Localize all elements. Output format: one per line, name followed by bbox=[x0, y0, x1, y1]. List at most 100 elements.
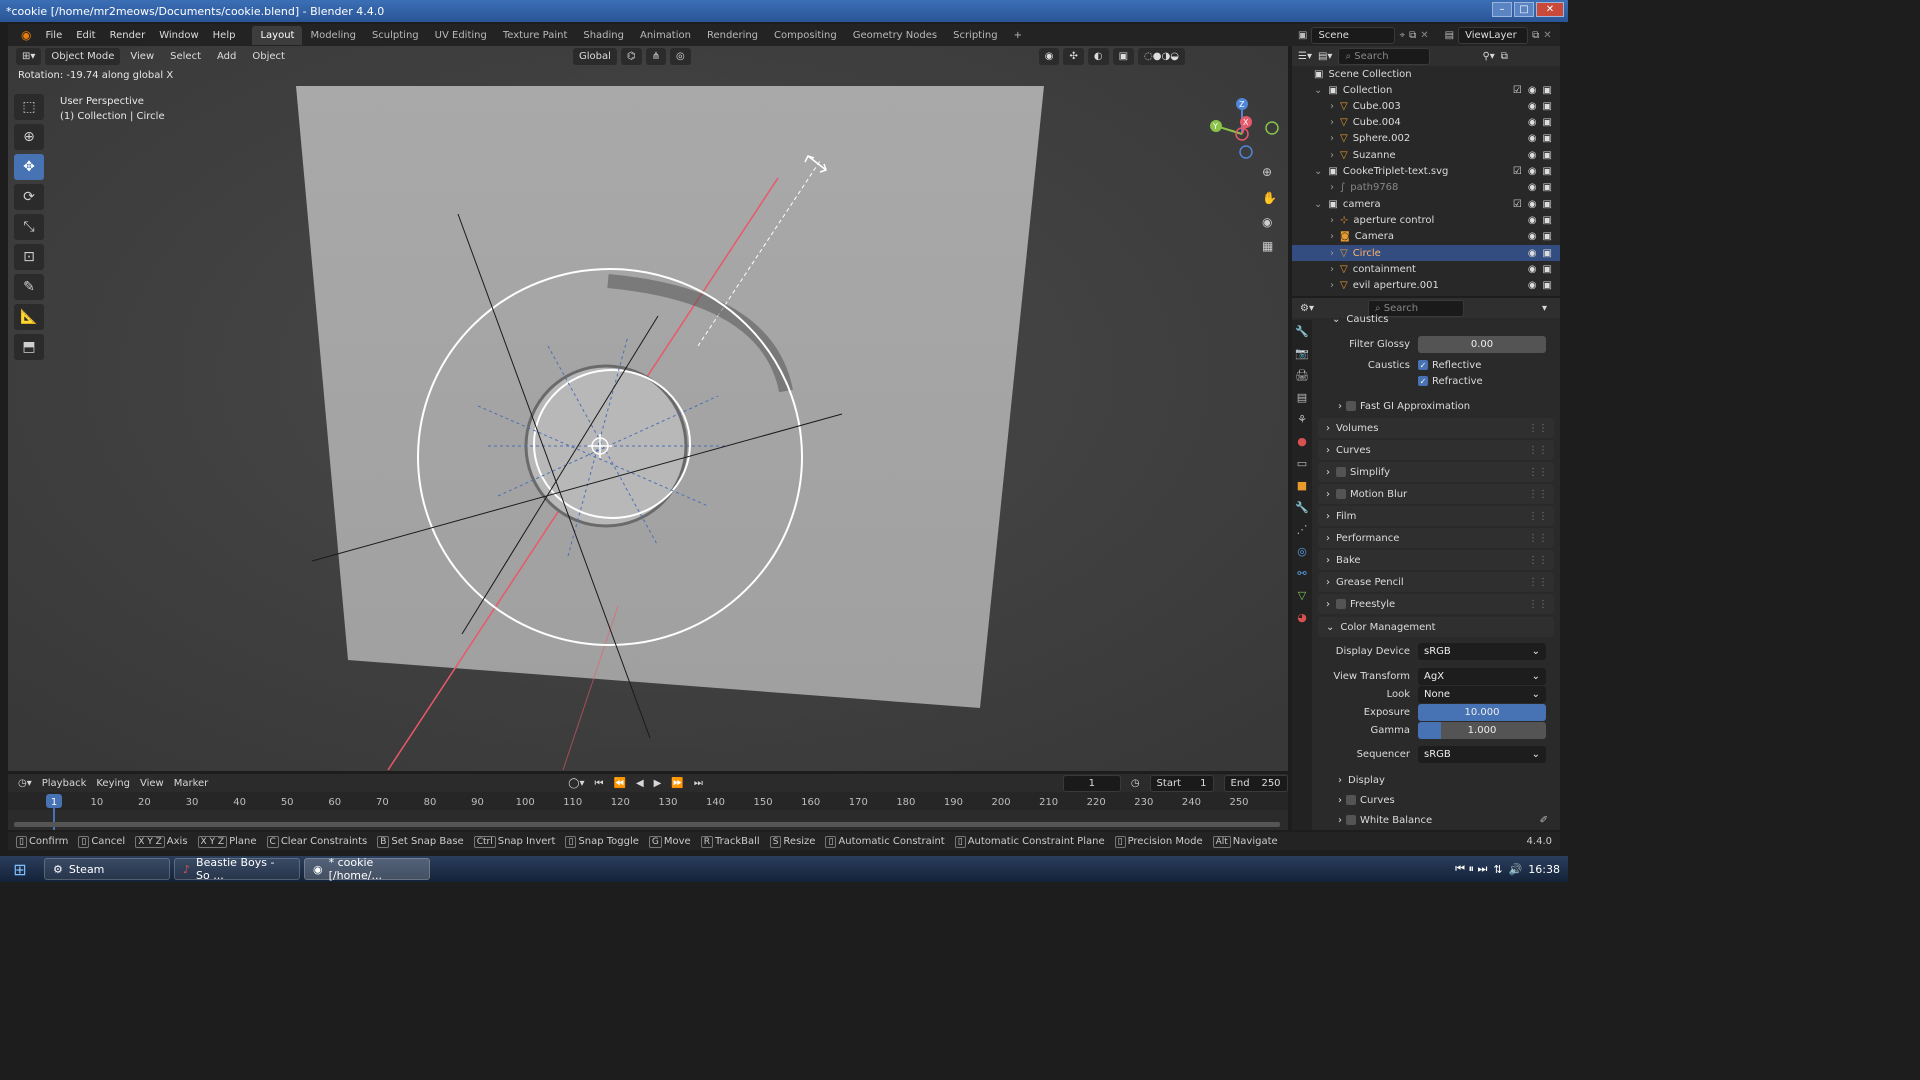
mode-dropdown[interactable]: Object Mode bbox=[45, 47, 121, 65]
drag-handle-icon[interactable]: ⋮⋮ bbox=[1528, 555, 1548, 566]
eye-icon[interactable]: ◉ bbox=[1528, 215, 1537, 226]
outliner-row[interactable]: › ▽ Cube.004 ◉ ▣ bbox=[1292, 115, 1560, 131]
select-box-tool-icon[interactable]: ⬚ bbox=[14, 94, 44, 120]
drag-handle-icon[interactable]: ⋮⋮ bbox=[1528, 423, 1548, 434]
tab-layout[interactable]: Layout bbox=[252, 25, 303, 45]
task-blender[interactable]: ◉ * cookie [/home/... bbox=[304, 856, 430, 882]
viewport-menu-object[interactable]: Object bbox=[246, 51, 291, 62]
shading-modes-icon[interactable]: ◌●◑◒ bbox=[1138, 47, 1185, 65]
outliner-row[interactable]: › ▽ containment ◉ ▣ bbox=[1292, 261, 1560, 277]
task-steam[interactable]: ⚙ Steam bbox=[44, 858, 170, 880]
tab-shading[interactable]: Shading bbox=[575, 26, 632, 45]
timeline-menu-view[interactable]: View bbox=[140, 778, 164, 789]
panel-header[interactable]: › Motion Blur ⋮⋮ bbox=[1318, 484, 1554, 504]
outliner-row[interactable]: › ▽ Circle ◉ ▣ bbox=[1292, 245, 1560, 261]
editor-type-button[interactable]: ⊞▾ bbox=[16, 47, 42, 65]
expand-chevron-icon[interactable]: › bbox=[1330, 231, 1334, 242]
next-keyframe-icon[interactable]: ⏩ bbox=[671, 778, 683, 789]
rotate-tool-icon[interactable]: ⟳ bbox=[14, 184, 44, 210]
outliner-row[interactable]: › ▽ Sphere.002 ◉ ▣ bbox=[1292, 131, 1560, 147]
add-cube-tool-icon[interactable]: ⬒ bbox=[14, 334, 44, 360]
render-camera-icon[interactable]: ▣ bbox=[1543, 85, 1552, 96]
eye-icon[interactable]: ◉ bbox=[1528, 150, 1537, 161]
outliner-root[interactable]: ▣ Scene Collection bbox=[1292, 66, 1560, 82]
pin-icon[interactable]: ⌖ bbox=[1399, 30, 1405, 41]
new-viewlayer-icon[interactable]: ⧉ bbox=[1532, 30, 1539, 41]
menu-render[interactable]: Render bbox=[103, 30, 153, 41]
ortho-grid-icon[interactable]: ▦ bbox=[1262, 239, 1273, 253]
drag-handle-icon[interactable]: ⋮⋮ bbox=[1528, 445, 1548, 456]
render-camera-icon[interactable]: ▣ bbox=[1543, 117, 1552, 128]
scene-tab-icon[interactable]: ⚘ bbox=[1292, 408, 1312, 430]
eye-icon[interactable]: ◉ bbox=[1528, 182, 1537, 193]
menu-help[interactable]: Help bbox=[206, 30, 243, 41]
menu-window[interactable]: Window bbox=[152, 30, 205, 41]
task-music[interactable]: ♪ Beastie Boys - So ... bbox=[174, 856, 300, 882]
render-camera-icon[interactable]: ▣ bbox=[1543, 199, 1552, 210]
zoom-icon[interactable]: ⊕ bbox=[1262, 165, 1272, 179]
transform-tool-icon[interactable]: ⊡ bbox=[14, 244, 44, 270]
timeline-menu-playback[interactable]: Playback bbox=[42, 778, 87, 789]
particles-tab-icon[interactable]: ⋰ bbox=[1292, 518, 1312, 540]
exclude-checkbox-icon[interactable]: ☑ bbox=[1513, 85, 1522, 96]
object-tab-icon[interactable]: ■ bbox=[1292, 474, 1312, 496]
view-transform-dropdown[interactable]: AgX ⌄ bbox=[1418, 667, 1546, 685]
outliner-row[interactable]: ⌄ ▣ camera ☑ ◉ ▣ bbox=[1292, 196, 1560, 212]
panel-header[interactable]: › Film ⋮⋮ bbox=[1318, 506, 1554, 526]
menu-file[interactable]: File bbox=[38, 30, 69, 41]
measure-tool-icon[interactable]: 📐 bbox=[14, 304, 44, 330]
start-menu-icon[interactable]: ⊞ bbox=[0, 856, 40, 882]
render-camera-icon[interactable]: ▣ bbox=[1543, 264, 1552, 275]
eye-icon[interactable]: ◉ bbox=[1528, 280, 1537, 291]
panel-header[interactable]: › Grease Pencil ⋮⋮ bbox=[1318, 572, 1554, 592]
cm-display-subpanel[interactable]: › Display bbox=[1318, 770, 1554, 790]
collection-tab-icon[interactable]: ▭ bbox=[1292, 452, 1312, 474]
timeline-menu-marker[interactable]: Marker bbox=[174, 778, 209, 789]
expand-chevron-icon[interactable]: › bbox=[1330, 101, 1334, 112]
cursor-tool-icon[interactable]: ⊕ bbox=[14, 124, 44, 150]
outliner-row[interactable]: › ◙ Camera ◉ ▣ bbox=[1292, 229, 1560, 245]
proportional-edit-icon[interactable]: ◎ bbox=[669, 47, 691, 65]
filter-glossy-field[interactable]: 0.00 bbox=[1418, 335, 1546, 353]
expand-chevron-icon[interactable]: › bbox=[1330, 133, 1334, 144]
fast-gi-panel[interactable]: › Fast GI Approximation bbox=[1318, 396, 1554, 416]
add-workspace-icon[interactable]: + bbox=[1006, 26, 1030, 45]
look-dropdown[interactable]: None ⌄ bbox=[1418, 685, 1546, 703]
drag-handle-icon[interactable]: ⋮⋮ bbox=[1528, 511, 1548, 522]
cm-white-balance-checkbox[interactable] bbox=[1346, 815, 1356, 825]
outliner-editor-icon[interactable]: ☰▾ bbox=[1298, 51, 1312, 62]
render-camera-icon[interactable]: ▣ bbox=[1543, 133, 1552, 144]
start-frame-field[interactable]: Start 1 bbox=[1149, 774, 1214, 792]
reflective-checkbox[interactable]: ✓ Reflective bbox=[1418, 360, 1481, 371]
jump-end-icon[interactable]: ⏭ bbox=[694, 778, 703, 789]
prev-keyframe-icon[interactable]: ⏪ bbox=[614, 778, 626, 789]
gizmo-toggle-icon[interactable]: ✣ bbox=[1063, 47, 1084, 65]
maximize-icon[interactable]: □ bbox=[1514, 2, 1534, 17]
color-management-panel-header[interactable]: ⌄ Color Management bbox=[1318, 617, 1554, 637]
end-frame-field[interactable]: End 250 bbox=[1223, 774, 1288, 792]
timeline-menu-keying[interactable]: Keying bbox=[96, 778, 130, 789]
clock[interactable]: 16:38 bbox=[1528, 863, 1560, 876]
view-layer-tab-icon[interactable]: ▤ bbox=[1292, 386, 1312, 408]
outliner-row[interactable]: › ▽ evil aperture.001 ◉ ▣ bbox=[1292, 278, 1560, 294]
pan-hand-icon[interactable]: ✋ bbox=[1262, 191, 1277, 205]
snap-icon[interactable]: ⋔ bbox=[645, 47, 666, 65]
render-camera-icon[interactable]: ▣ bbox=[1543, 280, 1552, 291]
viewport-menu-view[interactable]: View bbox=[124, 51, 160, 62]
outliner-row[interactable]: › ∫ path9768 ◉ ▣ bbox=[1292, 180, 1560, 196]
minimize-icon[interactable]: – bbox=[1492, 2, 1512, 17]
eye-icon[interactable]: ◉ bbox=[1528, 248, 1537, 259]
material-tab-icon[interactable]: ◕ bbox=[1292, 606, 1312, 628]
drag-handle-icon[interactable]: ⋮⋮ bbox=[1528, 489, 1548, 500]
eye-icon[interactable]: ◉ bbox=[1528, 133, 1537, 144]
panel-header[interactable]: › Bake ⋮⋮ bbox=[1318, 550, 1554, 570]
panel-header[interactable]: › Performance ⋮⋮ bbox=[1318, 528, 1554, 548]
render-camera-icon[interactable]: ▣ bbox=[1543, 182, 1552, 193]
filter-icon[interactable]: ⚲▾ bbox=[1482, 51, 1494, 62]
outliner-row[interactable]: ⌄ ▣ Collection ☑ ◉ ▣ bbox=[1292, 82, 1560, 98]
panel-header[interactable]: › Freestyle ⋮⋮ bbox=[1318, 594, 1554, 614]
exclude-checkbox-icon[interactable]: ☑ bbox=[1513, 166, 1522, 177]
tab-geometry-nodes[interactable]: Geometry Nodes bbox=[845, 26, 945, 45]
display-device-dropdown[interactable]: sRGB ⌄ bbox=[1418, 642, 1546, 660]
tray-volume-icon[interactable]: 🔊 bbox=[1509, 863, 1523, 876]
